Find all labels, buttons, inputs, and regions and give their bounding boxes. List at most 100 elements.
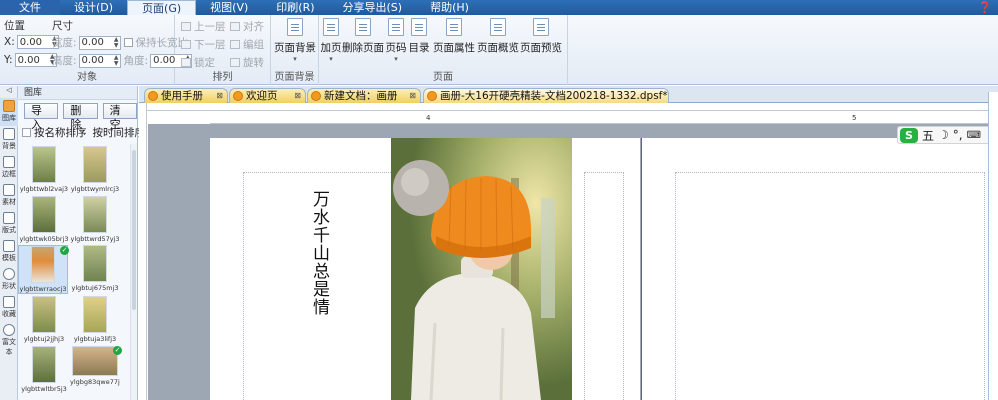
sort-by-time-label[interactable]: 按时间排序	[93, 125, 146, 140]
menu-help[interactable]: 帮助(H)	[416, 0, 483, 15]
thumbnail[interactable]: ylgbtuj675mj3	[70, 245, 120, 294]
moon-icon[interactable]: ☽	[938, 128, 949, 142]
tool-layout[interactable]: 版式	[0, 210, 18, 238]
bring-forward-button[interactable]: 上一层	[181, 19, 226, 34]
y-field[interactable]: 0.00 ▲ ▼	[14, 53, 57, 67]
align-button[interactable]: 对齐	[230, 19, 264, 34]
page-preview-button[interactable]: 页面预览	[519, 17, 563, 55]
thumbnail[interactable]: ylgbtuj2jjhj3	[19, 296, 69, 345]
menu-file[interactable]: 文件(F)	[0, 0, 60, 29]
group-icon	[230, 40, 240, 49]
tab-welcome[interactable]: 欢迎页 ⊠	[229, 88, 306, 103]
thumbnail[interactable]: ylgbttwk05brj3	[19, 196, 69, 245]
ribbon-group-page-bg: 页面背景 ▾ 页面背景	[271, 15, 319, 85]
keep-ratio-checkbox[interactable]	[123, 38, 133, 47]
tab-active-document[interactable]: 画册-大16开硬壳精装-文档200218-1332.dpsf*	[423, 88, 669, 103]
keyboard-icon[interactable]: ⌨	[967, 130, 981, 141]
menu-print[interactable]: 印刷(R)	[262, 0, 328, 15]
design-canvas[interactable]: 万水千山总是情	[148, 124, 998, 400]
right-property-panel[interactable]	[988, 92, 998, 400]
import-button[interactable]: 导入	[24, 103, 59, 131]
child-photo[interactable]	[391, 138, 572, 400]
toc-button[interactable]: 目录	[407, 17, 431, 55]
help-circle-icon[interactable]: ❓	[972, 0, 998, 15]
ime-toolbar[interactable]: S 五 ☽ °, ⌨	[897, 126, 993, 144]
page-overview-button[interactable]: 页面概览	[476, 17, 520, 55]
page-bg-group-label: 页面背景	[274, 72, 315, 83]
vertical-text-block[interactable]: 万水千山总是情	[308, 190, 330, 316]
thumbnail[interactable]: ylgbttwymlrcj3	[70, 146, 120, 195]
tool-template[interactable]: 模板	[0, 238, 18, 266]
sort-by-name-checkbox[interactable]	[22, 128, 31, 137]
thumbnail[interactable]: ylgbg83qwe77j3 ✓	[70, 346, 122, 395]
menu-design[interactable]: 设计(D)	[60, 0, 127, 15]
thumbnail-selected[interactable]: ylgbttwrraocj3 ✓	[18, 245, 69, 294]
panel-title: 图库	[18, 86, 137, 100]
dropdown-arrow-icon: ▾	[394, 55, 398, 63]
ribbon-group-page: 加页 ▾ 删除页面 页码 ▾ 目录 页面属性 页面概览 页面预览 页面	[319, 15, 568, 85]
tool-favorite[interactable]: 收藏	[0, 294, 18, 322]
tool-material[interactable]: 素材	[0, 182, 18, 210]
page-preview-icon	[533, 18, 549, 36]
thumbnail[interactable]: ylgbttwbl2vaj3	[19, 146, 69, 195]
close-tab-icon[interactable]: ⊠	[409, 89, 416, 103]
clear-button[interactable]: 清空	[102, 103, 137, 131]
punctuation-icon[interactable]: °,	[953, 128, 963, 142]
page-properties-icon	[446, 18, 462, 36]
sort-by-name-label[interactable]: 按名称排序	[34, 125, 87, 140]
rotate-icon	[230, 58, 240, 67]
delete-button[interactable]: 删除	[63, 103, 98, 131]
collapse-panel-icon[interactable]: ◁	[0, 86, 18, 98]
ruler-mark: 4	[426, 114, 431, 122]
material-icon	[3, 184, 15, 196]
arrange-group-label: 排列	[212, 72, 233, 83]
page-number-button[interactable]: 页码 ▾	[383, 17, 409, 63]
menu-share-export[interactable]: 分享导出(S)	[329, 0, 417, 15]
ruler-mark: 5	[852, 114, 857, 122]
document-icon	[427, 91, 437, 101]
border-icon	[3, 156, 15, 168]
thumbnail[interactable]: ylgbttwltbr5j3	[19, 346, 69, 395]
thumbnail-image	[32, 196, 56, 233]
delete-page-button[interactable]: 删除页面	[341, 17, 385, 55]
menu-bar: 文件(F) 设计(D) 页面(G) 视图(V) 印刷(R) 分享导出(S) 帮助…	[0, 0, 998, 29]
thumbnail-image	[32, 146, 56, 183]
layer-up-icon	[181, 22, 191, 31]
align-icon	[230, 22, 240, 31]
margin-guide	[675, 172, 985, 400]
tool-border[interactable]: 边框	[0, 154, 18, 182]
tab-user-manual[interactable]: 使用手册 ⊠	[144, 88, 228, 103]
width-field[interactable]: 0.00 ▲ ▼	[78, 35, 121, 50]
send-backward-button[interactable]: 下一层	[181, 37, 226, 52]
group-button[interactable]: 编组	[230, 37, 264, 52]
thumbnail[interactable]: ylgbtuja3lifj3	[70, 296, 120, 345]
menu-page[interactable]: 页面(G)	[127, 0, 197, 15]
menu-view[interactable]: 视图(V)	[196, 0, 262, 15]
ime-mode-label[interactable]: 五	[922, 127, 934, 144]
close-tab-icon[interactable]: ⊠	[216, 89, 223, 103]
dropdown-arrow-icon: ▾	[293, 55, 297, 63]
tab-new-document[interactable]: 新建文档：画册 ⊠	[307, 88, 421, 103]
tool-shape[interactable]: 形状	[0, 266, 18, 294]
add-page-icon	[323, 18, 339, 36]
child-photo-illustration	[391, 138, 572, 400]
ribbon-group-object: 位置 尺寸 X: 0.00 ▲ ▼ Y: 0.00 ▲ ▼ 宽度: 0.00 ▲ ▼ 保持长…	[0, 15, 193, 85]
thumbnail-image	[72, 346, 118, 376]
star-icon	[3, 296, 15, 308]
height-field[interactable]: 0.00 ▲ ▼	[78, 53, 121, 68]
ribbon-group-arrange: 上一层 下一层 锁定 对齐 编组 旋转 排列	[175, 15, 271, 85]
close-tab-icon[interactable]: ⊠	[294, 89, 301, 103]
scrollbar-thumb[interactable]	[132, 150, 136, 310]
tool-background[interactable]: 背景	[0, 126, 18, 154]
page-right[interactable]	[641, 138, 998, 400]
thumbnail-image	[83, 196, 107, 233]
page-background-button[interactable]: 页面背景 ▾	[273, 17, 317, 63]
gallery-icon	[3, 100, 15, 112]
page-properties-button[interactable]: 页面属性	[431, 17, 477, 55]
dropdown-arrow-icon: ▾	[329, 55, 333, 63]
tool-gallery[interactable]: 图库	[0, 98, 18, 126]
tool-richtext[interactable]: 富文本	[0, 322, 18, 356]
check-icon: ✓	[60, 246, 69, 255]
thumbnail[interactable]: ylgbttwrd57yj3	[70, 196, 120, 245]
panel-scrollbar[interactable]	[130, 144, 137, 400]
